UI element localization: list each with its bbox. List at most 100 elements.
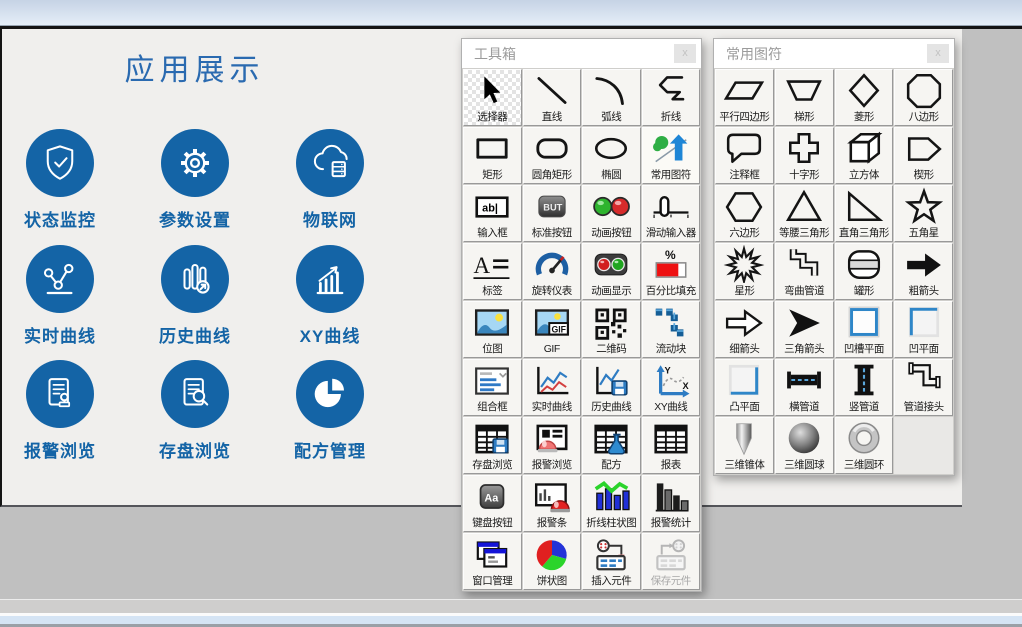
isosceles-triangle-icon — [776, 186, 833, 226]
tool-realtime-curve[interactable]: 实时曲线 — [523, 359, 582, 416]
star-icon — [895, 186, 952, 226]
tool-rounded-rect[interactable]: 圆角矩形 — [523, 127, 582, 184]
tool-rect[interactable]: 矩形 — [463, 127, 522, 184]
cell-label: 饼状图 — [537, 574, 567, 589]
tool-convex-plane[interactable]: 凸平面 — [715, 359, 774, 416]
tool-sphere-3d[interactable]: 三维圆球 — [775, 417, 834, 474]
tool-animated-button[interactable]: 动画按钮 — [582, 185, 641, 242]
tool-isosceles-triangle[interactable]: 等腰三角形 — [775, 185, 834, 242]
groove-plane-icon — [836, 302, 893, 342]
tool-common-symbols[interactable]: 常用图符 — [642, 127, 701, 184]
tool-arc[interactable]: 弧线 — [582, 69, 641, 126]
symbols-titlebar[interactable]: 常用图符 x — [714, 39, 954, 68]
tool-h-pipe[interactable]: 横管道 — [775, 359, 834, 416]
app-doc-search[interactable]: 存盘浏览 — [139, 360, 251, 462]
tool-animation-display[interactable]: 动画显示 — [582, 243, 641, 300]
symbols-title: 常用图符 — [726, 44, 782, 64]
tool-pie-chart[interactable]: 饼状图 — [523, 533, 582, 590]
doc-search-icon — [161, 360, 229, 428]
tool-standard-button[interactable]: BUT标准按钮 — [523, 185, 582, 242]
app-history-bars[interactable]: 历史曲线 — [139, 245, 251, 347]
cell-label: 椭圆 — [601, 168, 621, 183]
tool-polyline[interactable]: 折线 — [642, 69, 701, 126]
tool-insert-component[interactable]: 插入元件 — [582, 533, 641, 590]
tool-keyboard-button[interactable]: Aa键盘按钮 — [463, 475, 522, 532]
tool-xy-curve[interactable]: YXXY曲线 — [642, 359, 701, 416]
cell-label: 注释框 — [729, 168, 759, 183]
tool-octagon[interactable]: 八边形 — [894, 69, 953, 126]
text-label-icon: A — [464, 244, 521, 284]
toolbox-titlebar[interactable]: 工具箱 x — [462, 39, 701, 68]
tool-alarm-bar[interactable]: 报警条 — [523, 475, 582, 532]
triangle-arrow-icon — [776, 302, 833, 342]
app-cloud-server[interactable]: 物联网 — [274, 129, 386, 231]
tool-recipe-table[interactable]: 配方 — [582, 417, 641, 474]
tool-diamond[interactable]: 菱形 — [835, 69, 894, 126]
tool-comment-box[interactable]: 注释框 — [715, 127, 774, 184]
tool-line-bar-chart[interactable]: 折线柱状图 — [582, 475, 641, 532]
tool-wedge[interactable]: 楔形 — [894, 127, 953, 184]
tool-input-box[interactable]: ab|输入框 — [463, 185, 522, 242]
tool-cross[interactable]: 十字形 — [775, 127, 834, 184]
cell-label: 实时曲线 — [532, 400, 572, 415]
app-pie[interactable]: 配方管理 — [274, 360, 386, 462]
tool-thick-arrow[interactable]: 粗箭头 — [894, 243, 953, 300]
cell-label: 三维锥体 — [724, 458, 764, 473]
symbols-grid: 平行四边形梯形菱形八边形注释框 十字形立方体楔形六边形等腰三角形直角三角形五角星星… — [714, 68, 954, 475]
app-node-curve[interactable]: 实时曲线 — [4, 245, 116, 347]
gif-icon: GIF — [524, 302, 581, 342]
tool-qr-code[interactable]: 二维码 — [582, 301, 641, 358]
tool-v-pipe[interactable]: 竖管道 — [835, 359, 894, 416]
rounded-rect-icon — [524, 128, 581, 168]
history-bars-icon — [161, 245, 229, 313]
tool-bitmap[interactable]: 位图 — [463, 301, 522, 358]
tool-alarm-screen[interactable]: 报警浏览 — [523, 417, 582, 474]
tool-cube[interactable]: 立方体 — [835, 127, 894, 184]
tool-curved-pipe[interactable]: 弯曲管道 — [775, 243, 834, 300]
tool-burst-star[interactable]: 星形 — [715, 243, 774, 300]
report-table-icon — [643, 418, 700, 458]
tool-star[interactable]: 五角星 — [894, 185, 953, 242]
tool-alarm-stats[interactable]: 报警统计 — [642, 475, 701, 532]
horizontal-scrollbar[interactable] — [0, 599, 1022, 614]
close-icon[interactable]: x — [674, 44, 696, 63]
tool-line[interactable]: 直线 — [523, 69, 582, 126]
tool-pipe-joint[interactable]: 管道接头 — [894, 359, 953, 416]
tool-groove-plane[interactable]: 凹槽平面 — [835, 301, 894, 358]
svg-text:A: A — [474, 253, 491, 278]
tool-concave-plane[interactable]: 凹平面 — [894, 301, 953, 358]
app-shield-check[interactable]: 状态监控 — [4, 129, 116, 231]
tool-cursor[interactable]: 选择器 — [463, 69, 522, 126]
svg-text:BUT: BUT — [543, 202, 562, 212]
app-gear[interactable]: 参数设置 — [139, 129, 251, 231]
app-doc-stamp[interactable]: 报警浏览 — [4, 360, 116, 462]
tool-ring-3d[interactable]: 三维圆环 — [835, 417, 894, 474]
tool-cone-3d[interactable]: 三维锥体 — [715, 417, 774, 474]
tool-gauge[interactable]: 旋转仪表 — [523, 243, 582, 300]
tool-parallelogram[interactable]: 平行四边形 — [715, 69, 774, 126]
cell-label: 窗口管理 — [472, 574, 512, 589]
tool-ellipse[interactable]: 椭圆 — [582, 127, 641, 184]
tool-triangle-arrow[interactable]: 三角箭头 — [775, 301, 834, 358]
app-label: 实时曲线 — [4, 322, 116, 347]
tool-trapezoid[interactable]: 梯形 — [775, 69, 834, 126]
tool-hexagon[interactable]: 六边形 — [715, 185, 774, 242]
tool-combo-box[interactable]: 组合框 — [463, 359, 522, 416]
tool-slider[interactable]: 滑动输入器 — [642, 185, 701, 242]
tool-thin-arrow[interactable]: 细箭头 — [715, 301, 774, 358]
tool-report-table[interactable]: 报表 — [642, 417, 701, 474]
tool-save-component[interactable]: 保存元件 — [642, 533, 701, 590]
tool-history-curve[interactable]: 历史曲线 — [582, 359, 641, 416]
tool-percent-fill[interactable]: %百分比填充 — [642, 243, 701, 300]
tool-flow-block[interactable]: 流动块 — [642, 301, 701, 358]
app-xy-trend[interactable]: XY曲线 — [274, 245, 386, 347]
tool-window-manage[interactable]: 窗口管理 — [463, 533, 522, 590]
tool-gif[interactable]: GIFGIF — [523, 301, 582, 358]
ellipse-icon — [583, 128, 640, 168]
tool-tank[interactable]: 罐形 — [835, 243, 894, 300]
tool-storage-table[interactable]: 存盘浏览 — [463, 417, 522, 474]
cell-label: 弧线 — [601, 110, 621, 125]
close-icon[interactable]: x — [927, 44, 949, 63]
tool-text-label[interactable]: A标签 — [463, 243, 522, 300]
tool-right-triangle[interactable]: 直角三角形 — [835, 185, 894, 242]
